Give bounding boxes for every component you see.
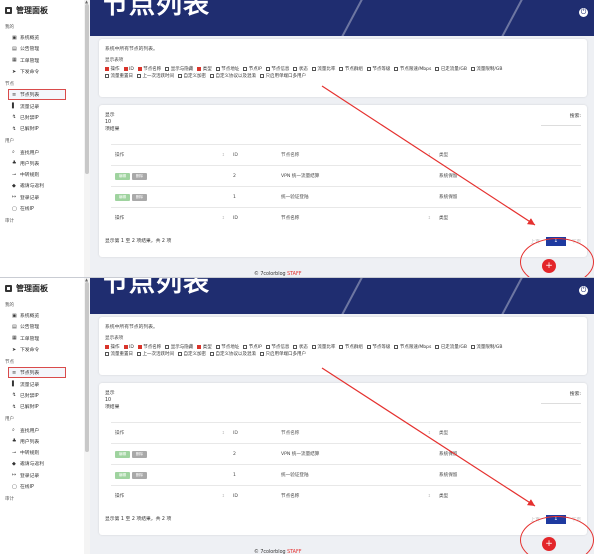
screenshot-panel: 管理面板 我的 ▣ 系统概览 ▤ 公告管理 ▦ 工单管理 ➤ 下发命令 节点 ≡ 节点列表 ▌ 流量记录 ↯… xyxy=(0,277,594,554)
annotation-arrow xyxy=(321,85,536,226)
annotation-arrow xyxy=(321,367,536,507)
screenshot-panel: 管理面板 我的 ▣ 系统概览 ▤ 公告管理 ▦ 工单管理 ➤ 下发命令 节点 ≡ 节点列表 ▌ 流量记录 ↯… xyxy=(0,0,594,277)
